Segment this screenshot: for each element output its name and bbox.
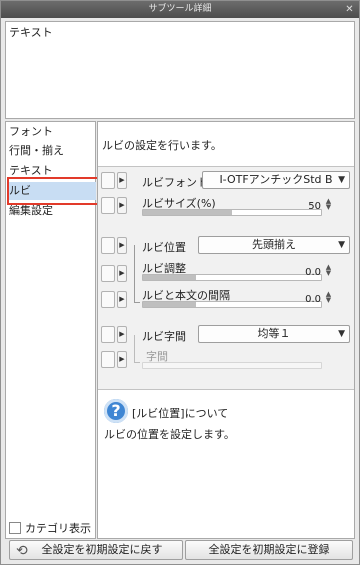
expand-square-button[interactable] <box>101 326 115 343</box>
category-item-label: 行間・揃え <box>9 144 64 157</box>
category-item-label: ルビ <box>9 184 31 197</box>
help-area: ? [ルビ位置]について ルビの位置を設定します。 <box>102 399 350 459</box>
slider-fill <box>143 210 232 215</box>
category-item-edit-settings[interactable]: 編集設定 <box>9 202 95 220</box>
show-category-checkbox[interactable] <box>9 522 21 534</box>
ruby-position-label: ルビ位置 <box>142 241 186 254</box>
category-item-text[interactable]: テキスト <box>9 162 95 180</box>
ruby-adjust-value: 0.0 <box>305 267 321 278</box>
show-category-toggle[interactable]: カテゴリ表示 <box>9 520 91 536</box>
settings-panel: ルビの設定を行います。 ▶ ルビフォント I-OTFアンチックStd B ▼ ▶… <box>97 121 355 539</box>
ruby-size-value: 50 <box>308 201 321 212</box>
window-title: サブツール詳細 <box>148 4 212 14</box>
ruby-spacing-dropdown[interactable]: 均等１ ▼ <box>198 325 350 343</box>
window-titlebar[interactable]: サブツール詳細 ✕ <box>1 1 359 18</box>
property-area: ▶ ルビフォント I-OTFアンチックStd B ▼ ▶ ルビサイズ(%) 50… <box>98 166 354 390</box>
ruby-font-label: ルビフォント <box>142 176 208 189</box>
spin-buttons[interactable]: ▲ ▼ <box>324 198 333 211</box>
ruby-adjust-slider[interactable] <box>142 274 322 281</box>
chevron-down-icon: ▼ <box>338 175 345 185</box>
expand-square-button[interactable] <box>101 291 115 308</box>
ruby-position-dropdown[interactable]: 先頭揃え ▼ <box>198 236 350 254</box>
preview-area: テキスト <box>5 21 355 119</box>
slider-fill <box>143 302 197 307</box>
group-bracket <box>134 245 140 303</box>
category-item-font[interactable]: フォント <box>9 123 95 141</box>
close-icon[interactable]: ✕ <box>344 4 355 15</box>
category-item-label: フォント <box>9 125 53 138</box>
expand-arrow-icon[interactable]: ▶ <box>117 197 127 214</box>
preview-text: テキスト <box>9 26 53 39</box>
spin-buttons[interactable]: ▲ ▼ <box>324 291 333 304</box>
spin-buttons[interactable]: ▲ ▼ <box>324 264 333 277</box>
expand-arrow-icon[interactable]: ▶ <box>117 351 127 368</box>
ruby-gap-value: 0.0 <box>305 294 321 305</box>
ruby-gap-slider[interactable] <box>142 301 322 308</box>
ruby-position-value: 先頭揃え <box>252 238 296 251</box>
chevron-down-icon: ▼ <box>338 240 345 250</box>
group-bracket <box>134 335 140 363</box>
ruby-spacing-value: 均等１ <box>257 327 291 340</box>
show-category-label: カテゴリ表示 <box>25 522 91 535</box>
chevron-down-icon: ▼ <box>338 329 345 339</box>
question-icon: ? <box>104 399 128 423</box>
slider-fill <box>143 275 197 280</box>
expand-arrow-icon[interactable]: ▶ <box>117 326 127 343</box>
reset-icon: ⟲ <box>16 543 28 559</box>
ruby-font-value: I-OTFアンチックStd B <box>219 173 333 186</box>
category-item-label: 編集設定 <box>9 204 53 217</box>
help-body: ルビの位置を設定します。 <box>104 428 235 441</box>
subtool-detail-window: サブツール詳細 ✕ テキスト フォント 行間・揃え テキスト ルビ 編集設定 カ… <box>0 0 360 565</box>
char-spacing-slider <box>142 362 322 369</box>
category-item-label: テキスト <box>9 164 53 177</box>
reset-to-default-label: 全設定を初期設定に戻す <box>41 543 163 556</box>
expand-arrow-icon[interactable]: ▶ <box>117 237 127 254</box>
expand-square-button[interactable] <box>101 265 115 282</box>
register-as-default-label: 全設定を初期設定に登録 <box>208 543 330 556</box>
reset-to-default-button[interactable]: ⟲ 全設定を初期設定に戻す <box>9 540 183 560</box>
expand-arrow-icon[interactable]: ▶ <box>117 265 127 282</box>
category-item-line-spacing[interactable]: 行間・揃え <box>9 142 95 160</box>
expand-square-button[interactable] <box>101 172 115 189</box>
category-item-ruby[interactable]: ルビ <box>8 182 96 200</box>
expand-square-button[interactable] <box>101 197 115 214</box>
help-title: [ルビ位置]について <box>132 407 229 420</box>
expand-arrow-icon[interactable]: ▶ <box>117 291 127 308</box>
panel-description: ルビの設定を行います。 <box>102 139 222 152</box>
ruby-size-slider[interactable] <box>142 209 322 216</box>
expand-arrow-icon[interactable]: ▶ <box>117 172 127 189</box>
register-as-default-button[interactable]: 全設定を初期設定に登録 <box>185 540 353 560</box>
expand-square-button[interactable] <box>101 351 115 368</box>
expand-square-button[interactable] <box>101 237 115 254</box>
ruby-font-dropdown[interactable]: I-OTFアンチックStd B ▼ <box>202 171 350 189</box>
ruby-spacing-label: ルビ字間 <box>142 330 186 343</box>
category-list: フォント 行間・揃え テキスト ルビ 編集設定 カテゴリ表示 <box>5 121 101 539</box>
